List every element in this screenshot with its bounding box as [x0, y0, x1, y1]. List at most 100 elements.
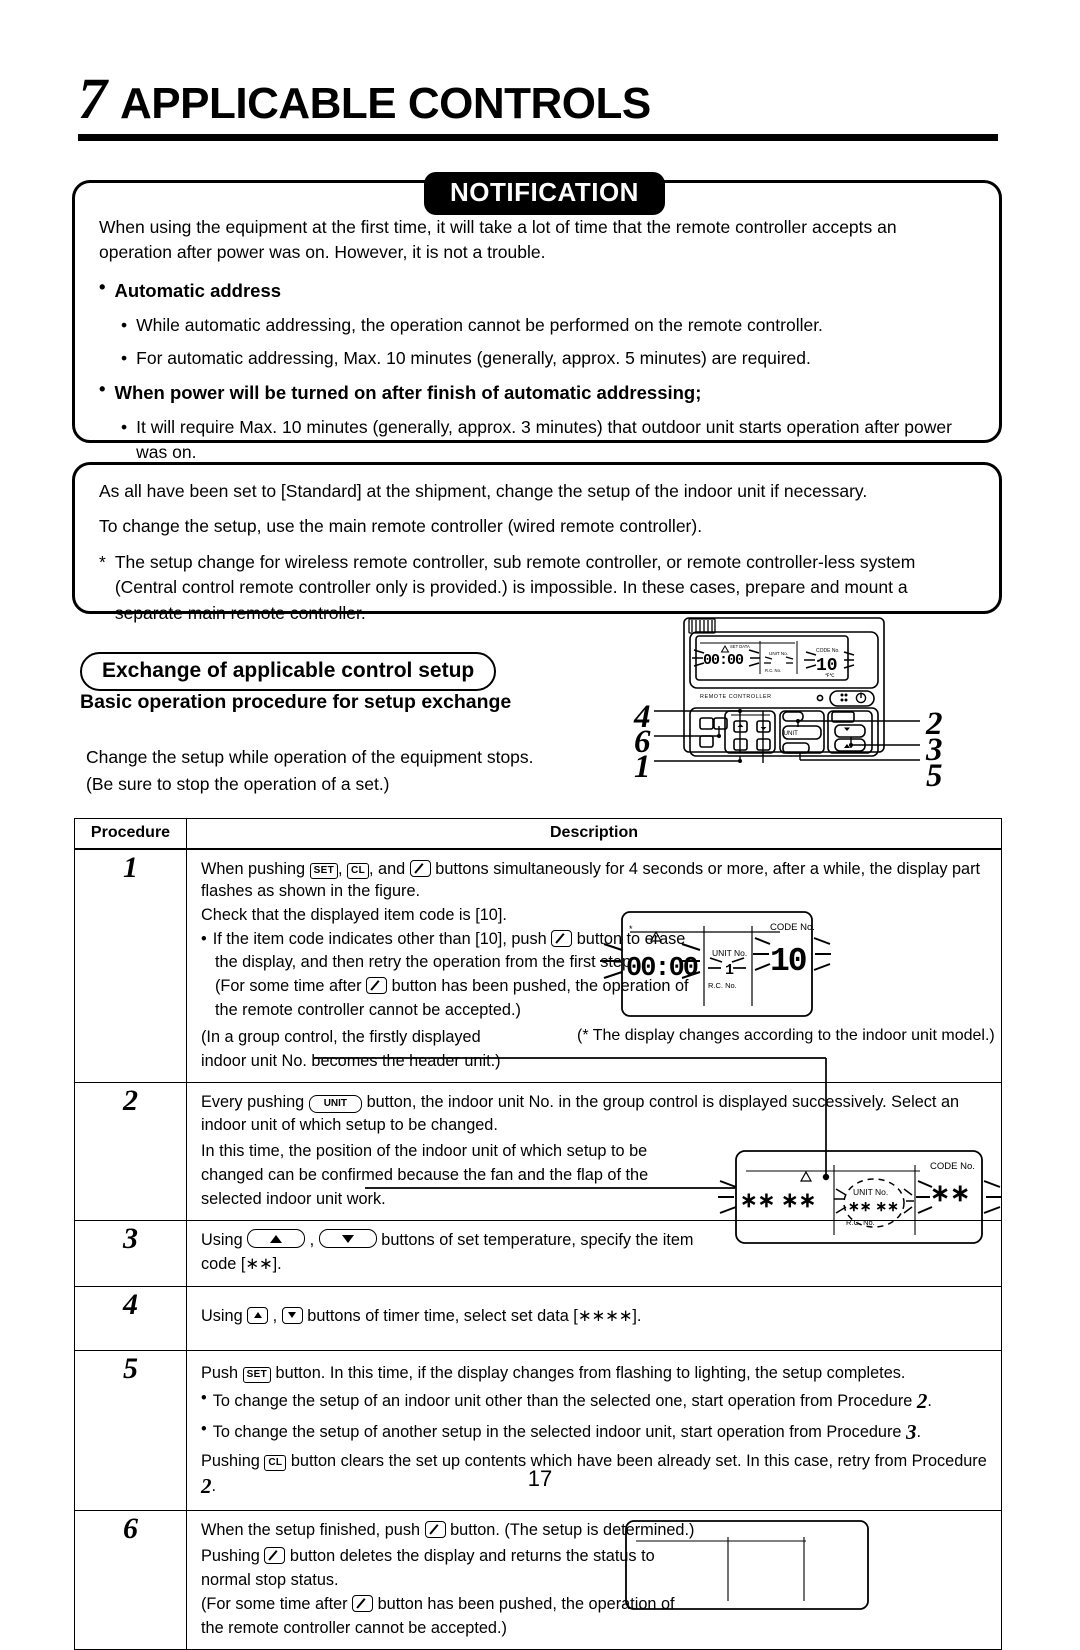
- procedure-number: 3: [74, 1220, 187, 1287]
- lcd-figure-blank: [622, 1517, 872, 1619]
- remote-controller-illustration: 00:00 SET DATA UNIT No. R.C. No. CODE No…: [654, 617, 920, 763]
- temp-up-key-icon: [247, 1229, 306, 1249]
- check-key-icon: [424, 1521, 446, 1539]
- lcd-set-data: SET DATA: [730, 644, 750, 649]
- section-intro: Change the setup while operation of the …: [86, 744, 534, 798]
- power-on-heading: When power will be turned on after finis…: [114, 381, 702, 403]
- notification-item: • While automatic addressing, the operat…: [99, 313, 973, 338]
- header-procedure: Procedure: [74, 818, 187, 850]
- lcd-temp-units: ℉℃: [825, 673, 835, 678]
- asterisk-icon: *: [99, 551, 106, 572]
- bullet-dot-icon: •: [121, 314, 128, 335]
- proc3-line2: code [∗∗].: [201, 1255, 282, 1274]
- automatic-address-heading: Automatic address: [114, 279, 282, 301]
- lcd1-unit-value: 1: [725, 962, 734, 979]
- remote-controller-label: REMOTE CONTROLLER: [700, 694, 772, 700]
- lcd1-unit-no: UNIT No.: [712, 948, 747, 958]
- notification-item: • For automatic addressing, Max. 10 minu…: [99, 346, 973, 371]
- page-title: APPLICABLE CONTROLS: [120, 79, 651, 128]
- table-row: 6 When the setup finished, push button. …: [74, 1510, 1002, 1650]
- timer-up-key-icon: [247, 1306, 269, 1324]
- notification-badge: NOTIFICATION: [424, 172, 665, 215]
- lcd1-time: 00:00: [626, 954, 698, 984]
- lcd34-rc-no: R.C. No.: [846, 1218, 875, 1227]
- section-pill-heading: Exchange of applicable control setup: [80, 652, 497, 691]
- notification-group-heading-2: • When power will be turned on after fin…: [99, 377, 973, 406]
- lcd1-code-value: 10: [770, 943, 806, 980]
- cl-key-icon: CL: [347, 863, 369, 879]
- lcd1-star: *: [629, 924, 633, 934]
- unit-key-icon: UNIT: [308, 1095, 363, 1114]
- lcd-code-no: CODE No.: [816, 648, 840, 654]
- check-key-icon: [551, 930, 573, 948]
- subsection-title: Basic operation procedure for setup exch…: [80, 691, 512, 713]
- page-number: 17: [527, 1466, 553, 1491]
- table-row: 1 When pushing SET, CL, and buttons simu…: [74, 848, 1002, 1084]
- lcd1-code-no: CODE No.: [770, 922, 815, 933]
- notification-item: • It will require Max. 10 minutes (gener…: [99, 415, 973, 464]
- notification-group-heading-1: • Automatic address: [99, 275, 973, 304]
- proc6-line1: When the setup finished, push button. (T…: [201, 1521, 695, 1540]
- lcd-time: 00:00: [703, 652, 744, 669]
- procedure-number: 6: [74, 1510, 187, 1650]
- proc1-line8: indoor unit No. becomes the header unit.…: [201, 1052, 501, 1071]
- notification-intro: When using the equipment at the first ti…: [99, 217, 897, 262]
- chapter-header: 7 APPLICABLE CONTROLS: [78, 70, 998, 141]
- timer-down-key-icon: [281, 1306, 303, 1324]
- callout-number-5: 5: [926, 758, 943, 794]
- check-key-icon: [409, 860, 431, 877]
- bullet-dot-icon: •: [121, 348, 128, 369]
- check-key-icon: [366, 976, 388, 994]
- procedure-description: When the setup finished, push button. (T…: [186, 1510, 1002, 1650]
- temp-down-key-icon: [318, 1229, 377, 1249]
- remote-controller-figure: 00:00 SET DATA UNIT No. R.C. No. CODE No…: [620, 608, 1010, 820]
- section-intro-line2: (Be sure to stop the operation of a set.…: [86, 774, 390, 795]
- notification-box: When using the equipment at the first ti…: [72, 180, 1002, 462]
- lcd-figure-procedure-1: * 00:00 UNIT No. 1 R.C. No. CODE No. 10: [572, 908, 862, 1032]
- section-intro-line1: Change the setup while operation of the …: [86, 747, 534, 767]
- procedure-description: When pushing SET, CL, and buttons simult…: [186, 848, 1002, 1084]
- procedure-number: 4: [74, 1285, 187, 1351]
- bullet-dot-icon: •: [201, 1420, 207, 1439]
- callout-number-1: 1: [634, 749, 651, 785]
- set-key-icon: SET: [242, 1366, 271, 1383]
- bullet-dot-icon: •: [201, 1388, 207, 1407]
- table-row: 4 Using , buttons of timer time, select …: [74, 1285, 1002, 1351]
- proc6-line3: normal stop status.: [201, 1570, 339, 1589]
- setup-note-line1: As all have been set to [Standard] at th…: [99, 481, 868, 501]
- chapter-number: 7: [78, 66, 107, 131]
- header-description: Description: [186, 818, 1002, 850]
- proc6-line4: (For some time after button has been pus…: [201, 1594, 675, 1613]
- lcd34-left-value: ∗∗ ∗∗: [740, 1189, 816, 1212]
- proc6-line2: Pushing button deletes the display and r…: [201, 1546, 655, 1565]
- lcd-figure-procedure-3-4: ∗∗ ∗∗ UNIT No. ∗∗ ∗∗ R.C. No. CODE No. ∗…: [718, 1145, 1008, 1255]
- check-key-icon: [264, 1546, 286, 1564]
- lcd34-code-value: ∗∗: [930, 1180, 970, 1207]
- notification-item-text: While automatic addressing, the operatio…: [136, 314, 823, 335]
- proc2-line1: Every pushing UNIT button, the indoor un…: [201, 1093, 960, 1134]
- header-rule: [78, 134, 998, 141]
- lcd-unit-no: UNIT No.: [769, 651, 788, 656]
- set-key-icon: SET: [309, 863, 338, 879]
- bullet-dot-icon: •: [99, 377, 106, 399]
- notification-item-text: For automatic addressing, Max. 10 minute…: [136, 348, 811, 369]
- setup-note-box: As all have been set to [Standard] at th…: [72, 462, 1002, 623]
- proc1-line1: When pushing SET, CL, and buttons simult…: [201, 860, 981, 901]
- proc4-line1: Using , buttons of timer time, select se…: [201, 1306, 642, 1325]
- procedure-ref-3: 3: [906, 1420, 917, 1445]
- proc5-bullet-2: • To change the setup of another setup i…: [201, 1418, 991, 1447]
- lcd1-rc-no: R.C. No.: [708, 981, 737, 990]
- lcd-rc-no: R.C. No.: [765, 668, 781, 673]
- procedure-ref-2: 2: [916, 1388, 928, 1413]
- table-header-row: Procedure Description: [74, 818, 1002, 850]
- procedure-number: 1: [74, 848, 187, 1084]
- proc5-bullet-1: • To change the setup of an indoor unit …: [201, 1387, 991, 1416]
- bullet-dot-icon: •: [99, 275, 106, 297]
- lcd34-unit-no: UNIT No.: [853, 1187, 888, 1197]
- unit-button-label: UNIT: [784, 730, 799, 737]
- procedure-number: 2: [74, 1082, 187, 1222]
- proc6-line5: the remote controller cannot be accepted…: [201, 1619, 507, 1638]
- bullet-dot-icon: •: [121, 417, 128, 438]
- setup-note-line2: To change the setup, use the main remote…: [99, 516, 703, 537]
- proc5-line1: Push SET button. In this time, if the di…: [201, 1363, 906, 1383]
